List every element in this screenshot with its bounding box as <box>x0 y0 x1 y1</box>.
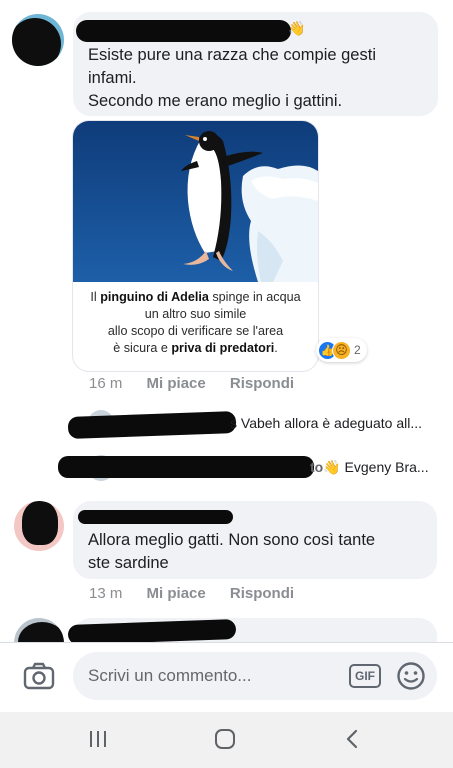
shared-post-card[interactable]: Il pinguino di Adelia spinge in acqua un … <box>73 121 318 371</box>
redacted-reply-author <box>67 411 237 439</box>
comment-input[interactable] <box>73 652 437 700</box>
reply-button[interactable]: Rispondi <box>230 585 294 602</box>
emoji-icon[interactable] <box>396 661 426 691</box>
like-button[interactable]: Mi piace <box>147 585 206 602</box>
penguin-photo <box>73 121 318 282</box>
comment-actions: 16 m Mi piace Rispondi <box>89 375 294 392</box>
card-caption: Il pinguino di Adelia spinge in acqua un … <box>90 290 301 355</box>
reactions-summary[interactable]: 👍 ☹ 2 <box>316 338 367 362</box>
comment-time: 16 m <box>89 375 123 392</box>
comment-actions: 13 m Mi piace Rispondi <box>89 585 294 602</box>
like-button[interactable]: Mi piace <box>147 375 206 392</box>
reply-preview[interactable]: s Vabeh allora è adeguato all... <box>230 415 422 431</box>
comment-text: Allora meglio gatti. Non sono così tante… <box>88 531 376 572</box>
camera-icon[interactable] <box>23 660 55 692</box>
redacted-author-name <box>78 510 233 524</box>
reaction-count: 2 <box>354 343 361 357</box>
reply-button[interactable]: Rispondi <box>230 375 294 392</box>
comment-text: Esiste pure una razza che compie gesti i… <box>88 46 376 110</box>
redacted-reply-author <box>58 456 314 478</box>
reply-preview[interactable]: to👋 Evgeny Bra... <box>310 459 429 476</box>
sad-icon: ☹ <box>332 340 351 360</box>
back-icon[interactable] <box>335 724 369 754</box>
wave-icon: 👋 <box>288 20 306 36</box>
avatar[interactable] <box>14 501 64 551</box>
home-icon[interactable] <box>208 724 242 754</box>
redacted-author-name <box>76 20 291 42</box>
recent-apps-icon[interactable] <box>81 724 115 754</box>
comment-time: 13 m <box>89 585 123 602</box>
avatar[interactable] <box>12 14 64 66</box>
gif-button[interactable]: GIF <box>349 664 381 688</box>
wave-icon: 👋 <box>323 459 341 475</box>
